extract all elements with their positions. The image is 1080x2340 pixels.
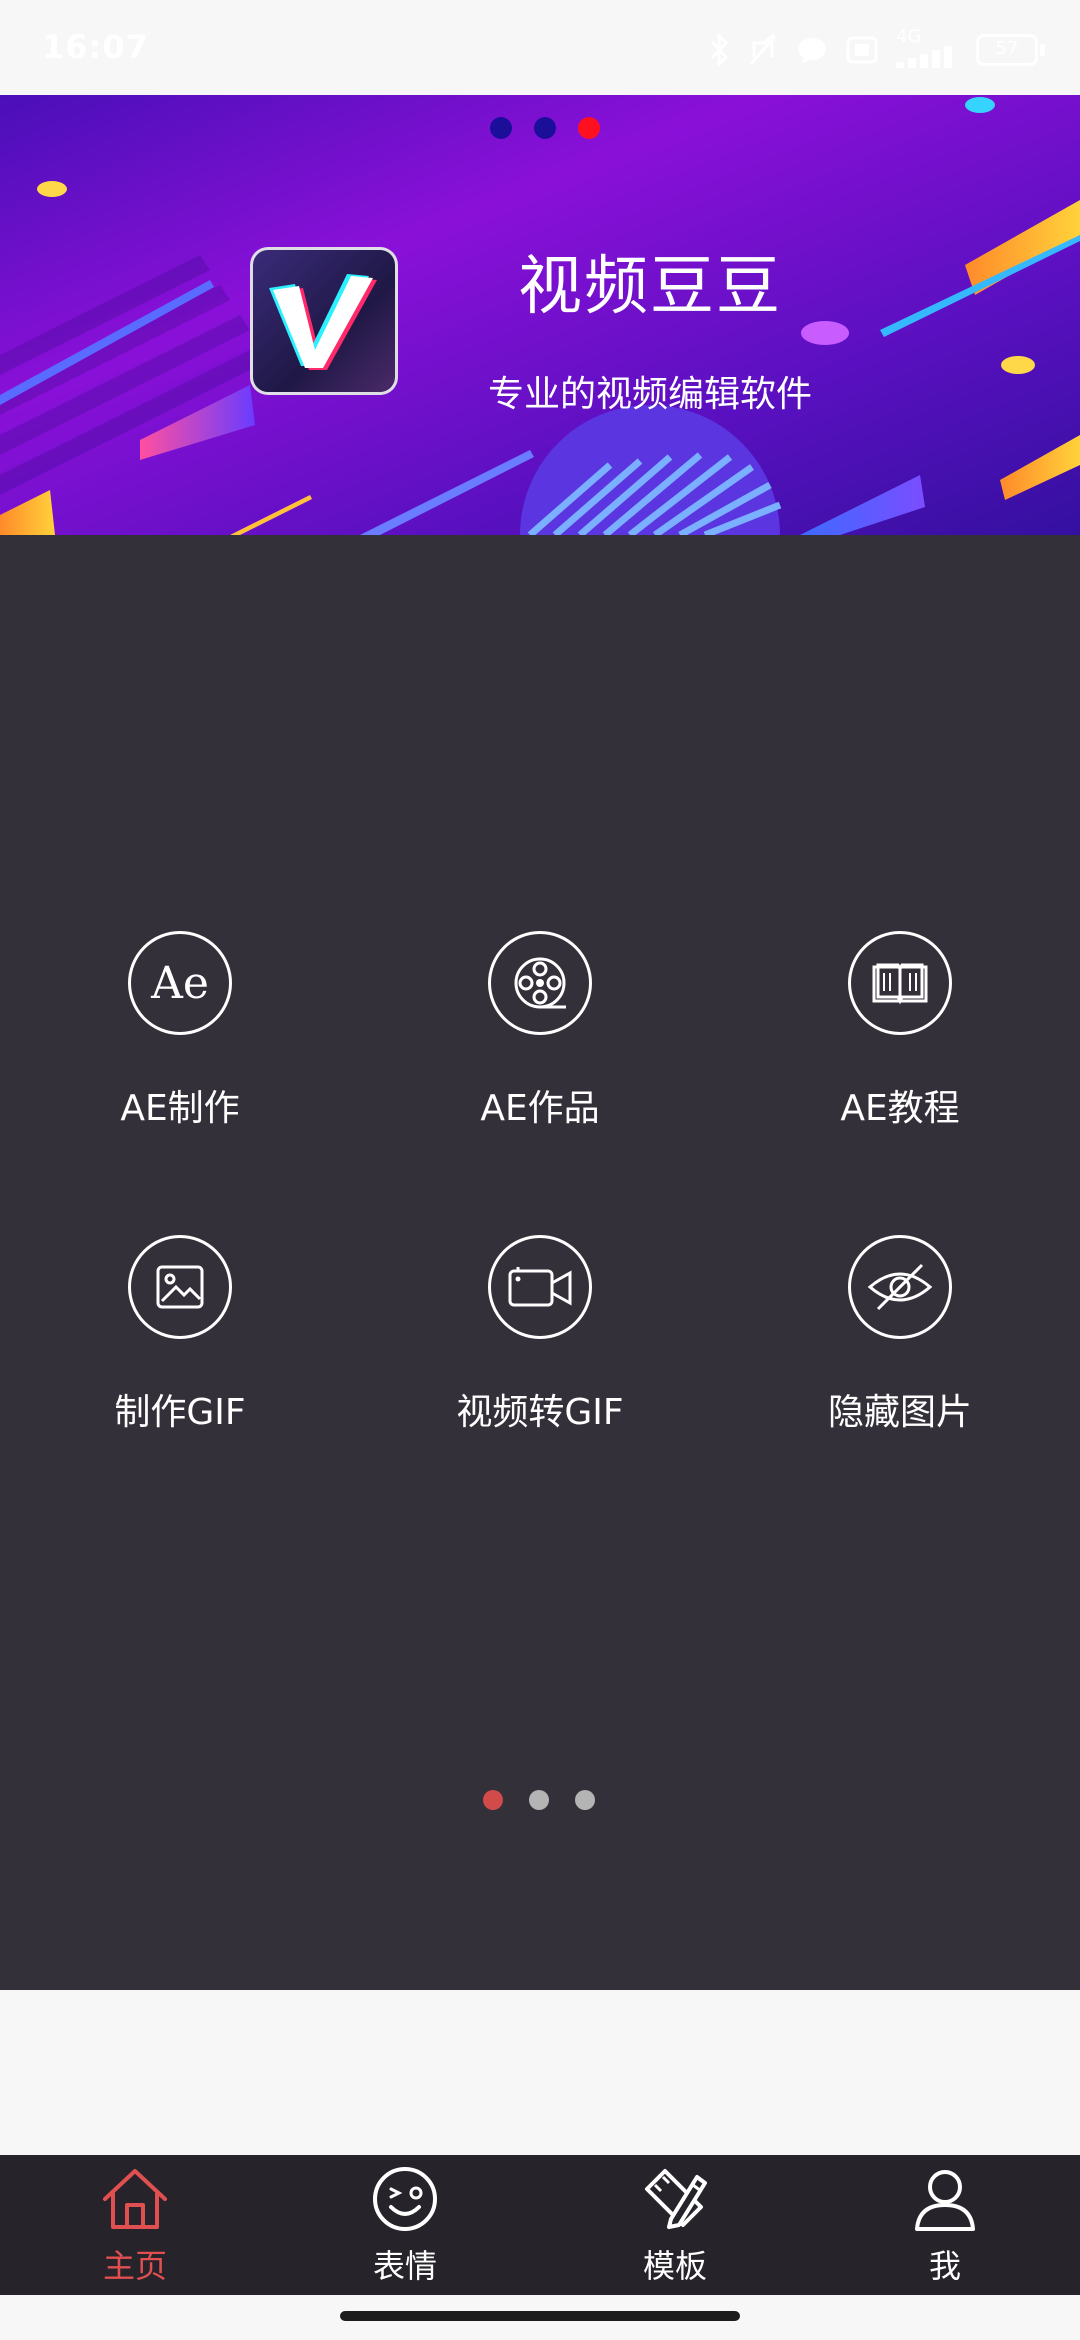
feature-label: AE教程: [840, 1088, 960, 1129]
banner-dot[interactable]: [490, 117, 512, 139]
status-bar: 16:07 4G 57: [0, 0, 1080, 95]
feature-icon-circle[interactable]: [848, 1235, 952, 1339]
page-dot[interactable]: [529, 1790, 549, 1810]
status-icons: 4G 57: [708, 26, 1046, 70]
video-camera-icon: [508, 1267, 572, 1307]
feature-label: 视频转GIF: [456, 1392, 624, 1433]
feature-label: AE作品: [480, 1088, 600, 1129]
grid-page-indicator: [483, 1790, 595, 1810]
message-icon: [798, 38, 826, 64]
promo-banner[interactable]: 视频豆豆 专业的视频编辑软件: [0, 95, 1080, 535]
nav-template[interactable]: 模板: [540, 2155, 810, 2295]
emoji-icon: [373, 2167, 437, 2231]
ae-icon: Ae: [151, 957, 209, 1009]
app-logo: [250, 247, 398, 395]
user-icon: [915, 2170, 975, 2231]
nav-home[interactable]: 主页: [0, 2155, 270, 2295]
home-icon: [103, 2169, 167, 2229]
mute-icon: [749, 33, 777, 65]
feature-icon-circle[interactable]: Ae: [128, 931, 232, 1035]
sim-icon: [846, 36, 878, 64]
banner-carousel-dots: [490, 117, 600, 139]
bluetooth-icon: [710, 33, 729, 67]
feature-video-to-gif[interactable]: 视频转GIF: [390, 1235, 690, 1435]
bottom-navigation: 主页 表情 模板 我: [0, 2155, 1080, 2295]
feature-ae-tutorial[interactable]: AE教程: [750, 931, 1050, 1131]
feature-ae-works[interactable]: AE作品: [390, 931, 690, 1131]
nav-label: 表情: [372, 2247, 437, 2285]
battery-icon: 57: [976, 34, 1046, 66]
battery-level: 57: [995, 38, 1019, 59]
feature-label: AE制作: [120, 1088, 240, 1129]
book-icon: [872, 963, 928, 1005]
banner-dot-active[interactable]: [578, 117, 600, 139]
app-screen: 16:07 4G 57 视频豆豆 专业的视频编辑软件 Ae AE制作 AE作品 …: [0, 0, 1080, 2340]
page-dot-active[interactable]: [483, 1790, 503, 1810]
signal-icon: [896, 46, 952, 68]
image-icon: [156, 1265, 204, 1309]
network-type: 4G: [896, 26, 922, 47]
feature-panel: Ae AE制作 AE作品 AE教程 制作GIF 视频转GIF 隐藏图片: [0, 535, 1080, 1990]
banner-title: 视频豆豆: [518, 250, 782, 324]
nav-emoji[interactable]: 表情: [270, 2155, 540, 2295]
feature-ae-make[interactable]: Ae AE制作: [30, 931, 330, 1131]
banner-subtitle: 专业的视频编辑软件: [487, 374, 812, 415]
page-dot[interactable]: [575, 1790, 595, 1810]
feature-icon-circle[interactable]: [488, 931, 592, 1035]
feature-label: 制作GIF: [114, 1392, 246, 1433]
feature-icon-circle[interactable]: [488, 1235, 592, 1339]
nav-label: 我: [928, 2247, 961, 2285]
v-logo-icon: [269, 274, 377, 370]
feature-label: 隐藏图片: [827, 1392, 972, 1433]
feature-make-gif[interactable]: 制作GIF: [30, 1235, 330, 1435]
feature-icon-circle[interactable]: [128, 1235, 232, 1339]
film-reel-icon: [514, 957, 566, 1009]
banner-dot[interactable]: [534, 117, 556, 139]
nav-label: 主页: [102, 2247, 167, 2285]
eye-off-icon: [867, 1263, 933, 1311]
feature-hide-image[interactable]: 隐藏图片: [750, 1235, 1050, 1435]
feature-icon-circle[interactable]: [848, 931, 952, 1035]
home-indicator[interactable]: [340, 2311, 740, 2321]
status-time: 16:07: [42, 28, 149, 66]
network-indicator: 4G: [896, 26, 958, 70]
template-icon: [645, 2169, 707, 2229]
nav-me[interactable]: 我: [810, 2155, 1080, 2295]
nav-label: 模板: [642, 2247, 707, 2285]
